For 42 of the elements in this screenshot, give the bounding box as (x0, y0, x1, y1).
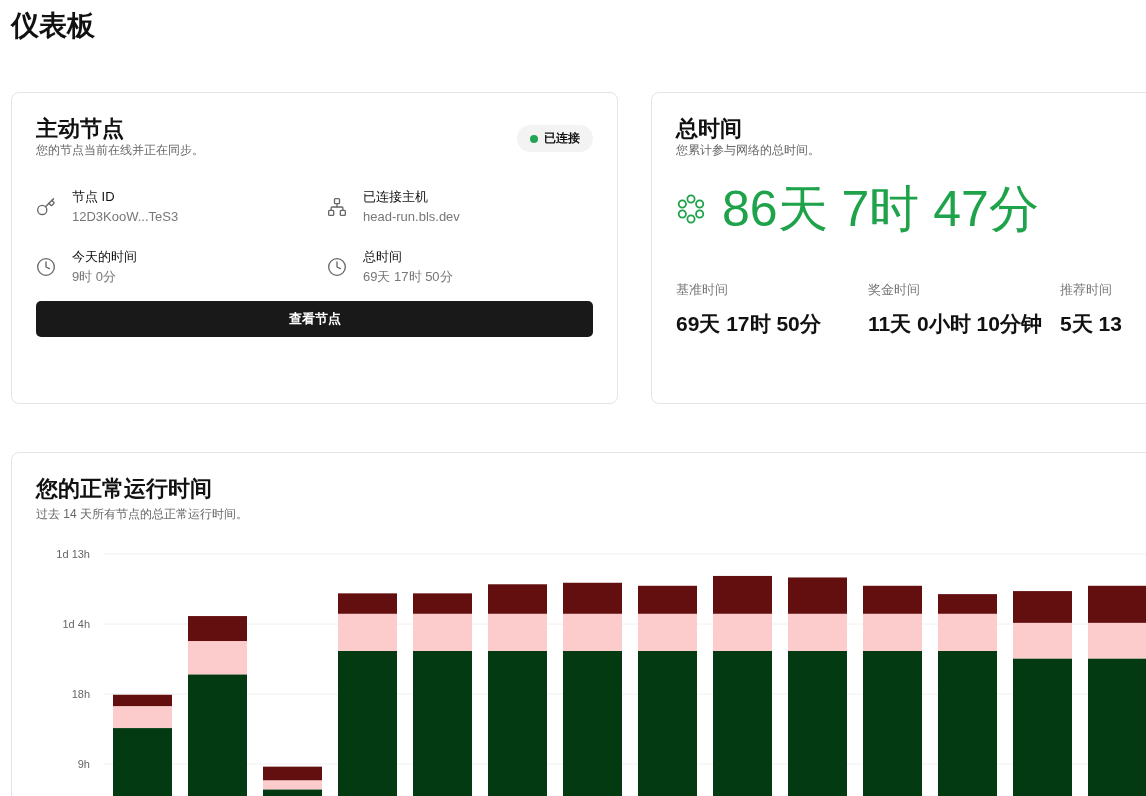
bar (1013, 591, 1072, 623)
stat-label: 基准时间 (676, 281, 729, 299)
detail-label: 总时间 (363, 248, 403, 266)
clock-icon (36, 257, 56, 277)
axis-label: 1d 4h (62, 618, 90, 630)
bar (188, 616, 247, 642)
stat-label: 奖金时间 (868, 281, 921, 299)
card-title: 您的正常运行时间 (36, 475, 213, 503)
axis-label: 18h (71, 688, 90, 700)
stat-value: 69天 17时 50分 (676, 311, 822, 337)
ring-icon (676, 194, 706, 224)
network-icon (327, 197, 347, 217)
bar (713, 575, 772, 614)
bar (563, 582, 622, 614)
stat-value: 11天 0小时 10分钟 (868, 311, 1043, 337)
detail-label: 已连接主机 (363, 188, 429, 206)
clock-icon (327, 257, 347, 277)
detail-label: 节点 ID (72, 188, 116, 206)
detail-value: 69天 17时 50分 (363, 268, 453, 286)
card-subtitle: 您累计参与网络的总时间。 (676, 143, 821, 157)
card-title: 总时间 (676, 115, 743, 143)
bar (788, 577, 847, 614)
view-node-button[interactable]: 查看节点 (36, 301, 593, 337)
bar (863, 585, 922, 614)
card-subtitle: 过去 14 天所有节点的总正常运行时间。 (36, 507, 249, 521)
page-title: 仪表板 (11, 9, 96, 43)
detail-value: head-run.bls.dev (363, 208, 460, 226)
card-subtitle: 您的节点当前在线并正在同步。 (36, 143, 204, 157)
stat-label: 推荐时间 (1060, 281, 1113, 299)
axis-label: 9h (77, 758, 90, 770)
key-icon (36, 197, 56, 217)
stat-value: 5天 13 (1060, 311, 1123, 337)
detail-value: 12D3KooW...TeS3 (72, 208, 179, 226)
detail-label: 今天的时间 (72, 248, 137, 266)
total-time-value: 86天 7时 47分 (722, 180, 1039, 239)
bar (638, 585, 697, 614)
axis-label: 1d 13h (56, 548, 90, 560)
bar (488, 584, 547, 614)
card-title: 主动节点 (36, 115, 125, 143)
detail-value: 9时 0分 (72, 268, 118, 286)
bar (1088, 585, 1146, 623)
status-badge: 已连接 (517, 125, 593, 152)
